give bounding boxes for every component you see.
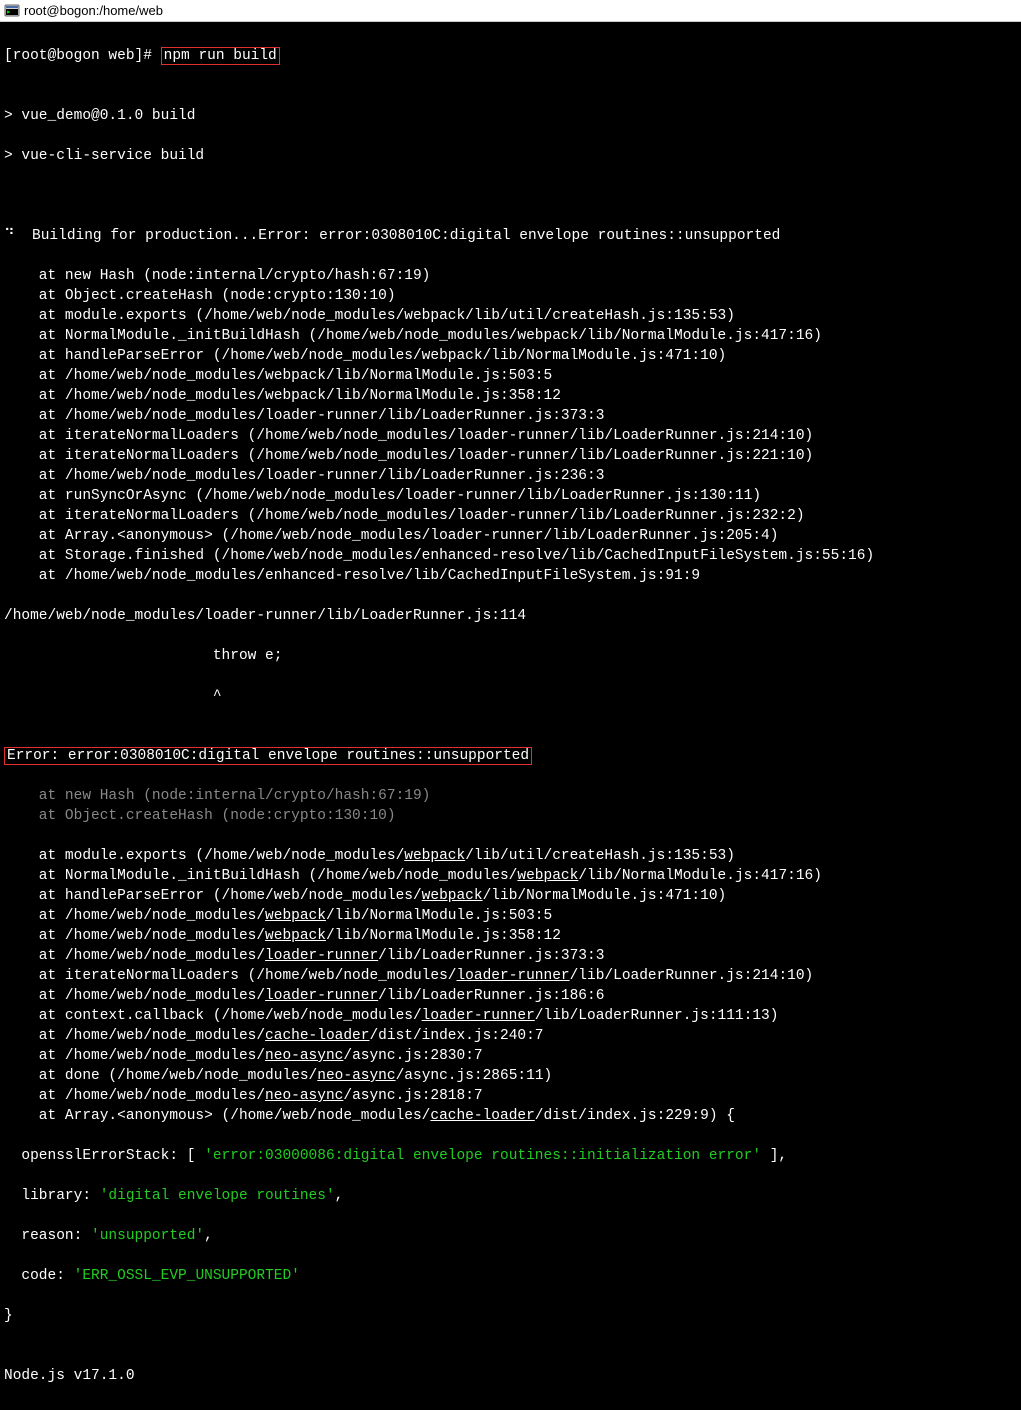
comma: , — [335, 1188, 344, 1204]
ossl-label: opensslErrorStack: [ — [4, 1148, 204, 1164]
stack-trace-line: at done (/home/web/node_modules/neo-asyn… — [4, 1066, 1017, 1086]
node-version: Node.js v17.1.0 — [4, 1366, 1017, 1386]
stack-trace-line: at iterateNormalLoaders (/home/web/node_… — [4, 506, 1017, 526]
stack-trace-line: at /home/web/node_modules/webpack/lib/No… — [4, 926, 1017, 946]
stack-trace-line: at Storage.finished (/home/web/node_modu… — [4, 546, 1017, 566]
module-link: neo-async — [317, 1068, 395, 1084]
terminal-icon — [4, 3, 20, 19]
window-titlebar: root@bogon:/home/web — [0, 0, 1021, 22]
output-line: > vue_demo@0.1.0 build — [4, 106, 1017, 126]
stack-trace-line: at NormalModule._initBuildHash (/home/we… — [4, 326, 1017, 346]
module-link: webpack — [265, 908, 326, 924]
stack-trace-line: at /home/web/node_modules/webpack/lib/No… — [4, 906, 1017, 926]
ossl-value: 'error:03000086:digital envelope routine… — [204, 1148, 761, 1164]
reason-value: 'unsupported' — [91, 1228, 204, 1244]
stack-trace-line-dim: at new Hash (node:internal/crypto/hash:6… — [4, 786, 1017, 806]
lib-value: 'digital envelope routines' — [100, 1188, 335, 1204]
module-link: webpack — [404, 848, 465, 864]
stack-trace-line: at module.exports (/home/web/node_module… — [4, 846, 1017, 866]
module-link: loader-runner — [422, 1008, 535, 1024]
stack-trace-line: at /home/web/node_modules/neo-async/asyn… — [4, 1046, 1017, 1066]
stack-trace-line: at iterateNormalLoaders (/home/web/node_… — [4, 426, 1017, 446]
stack-trace-line: at /home/web/node_modules/loader-runner/… — [4, 986, 1017, 1006]
stack-trace-line: at /home/web/node_modules/loader-runner/… — [4, 946, 1017, 966]
stack-trace-line: at /home/web/node_modules/webpack/lib/No… — [4, 366, 1017, 386]
comma: , — [204, 1228, 213, 1244]
module-link: loader-runner — [265, 948, 378, 964]
closing-brace: } — [4, 1306, 1017, 1326]
module-link: loader-runner — [456, 968, 569, 984]
code-value: 'ERR_OSSL_EVP_UNSUPPORTED' — [74, 1268, 300, 1284]
module-link: webpack — [265, 928, 326, 944]
stack-trace-line: at /home/web/node_modules/enhanced-resol… — [4, 566, 1017, 586]
stack-trace-line: at /home/web/node_modules/loader-runner/… — [4, 406, 1017, 426]
stack-trace-line: at module.exports (/home/web/node_module… — [4, 306, 1017, 326]
reason-label: reason: — [4, 1228, 91, 1244]
module-link: webpack — [422, 888, 483, 904]
stack-trace-line-dim: at Object.createHash (node:crypto:130:10… — [4, 806, 1017, 826]
module-link: cache-loader — [265, 1028, 369, 1044]
stack-trace-line: at /home/web/node_modules/webpack/lib/No… — [4, 386, 1017, 406]
error-highlight: Error: error:0308010C:digital envelope r… — [4, 747, 532, 765]
stack-trace-line: at /home/web/node_modules/cache-loader/d… — [4, 1026, 1017, 1046]
module-link: neo-async — [265, 1088, 343, 1104]
throw-line: throw e; — [4, 646, 1017, 666]
stack-trace-line: at /home/web/node_modules/neo-async/asyn… — [4, 1086, 1017, 1106]
module-link: neo-async — [265, 1048, 343, 1064]
stack-trace-line: at Array.<anonymous> (/home/web/node_mod… — [4, 1106, 1017, 1126]
output-line: > vue-cli-service build — [4, 146, 1017, 166]
stack-trace-line: at Object.createHash (node:crypto:130:10… — [4, 286, 1017, 306]
command-highlight: npm run build — [161, 47, 280, 65]
module-link: webpack — [517, 868, 578, 884]
code-label: code: — [4, 1268, 74, 1284]
stack-trace-line: at handleParseError (/home/web/node_modu… — [4, 886, 1017, 906]
lib-label: library: — [4, 1188, 100, 1204]
stack-trace-line: at handleParseError (/home/web/node_modu… — [4, 346, 1017, 366]
build-error-line: ⠙ Building for production...Error: error… — [4, 226, 1017, 246]
stack-trace-line: at new Hash (node:internal/crypto/hash:6… — [4, 266, 1017, 286]
module-link: cache-loader — [430, 1108, 534, 1124]
stack-trace-line: at /home/web/node_modules/loader-runner/… — [4, 466, 1017, 486]
throw-caret: ^ — [4, 686, 1017, 706]
stack-trace-line: at context.callback (/home/web/node_modu… — [4, 1006, 1017, 1026]
module-link: loader-runner — [265, 988, 378, 1004]
stack-trace-line: at iterateNormalLoaders (/home/web/node_… — [4, 446, 1017, 466]
prompt: [root@bogon web]# — [4, 48, 161, 64]
throw-path: /home/web/node_modules/loader-runner/lib… — [4, 606, 1017, 626]
terminal-output[interactable]: [root@bogon web]# npm run build > vue_de… — [0, 22, 1021, 1410]
stack-trace-line: at iterateNormalLoaders (/home/web/node_… — [4, 966, 1017, 986]
stack-trace-line: at NormalModule._initBuildHash (/home/we… — [4, 866, 1017, 886]
stack-trace-line: at Array.<anonymous> (/home/web/node_mod… — [4, 526, 1017, 546]
stack-trace-line: at runSyncOrAsync (/home/web/node_module… — [4, 486, 1017, 506]
ossl-tail: ], — [761, 1148, 787, 1164]
window-title: root@bogon:/home/web — [24, 3, 163, 18]
